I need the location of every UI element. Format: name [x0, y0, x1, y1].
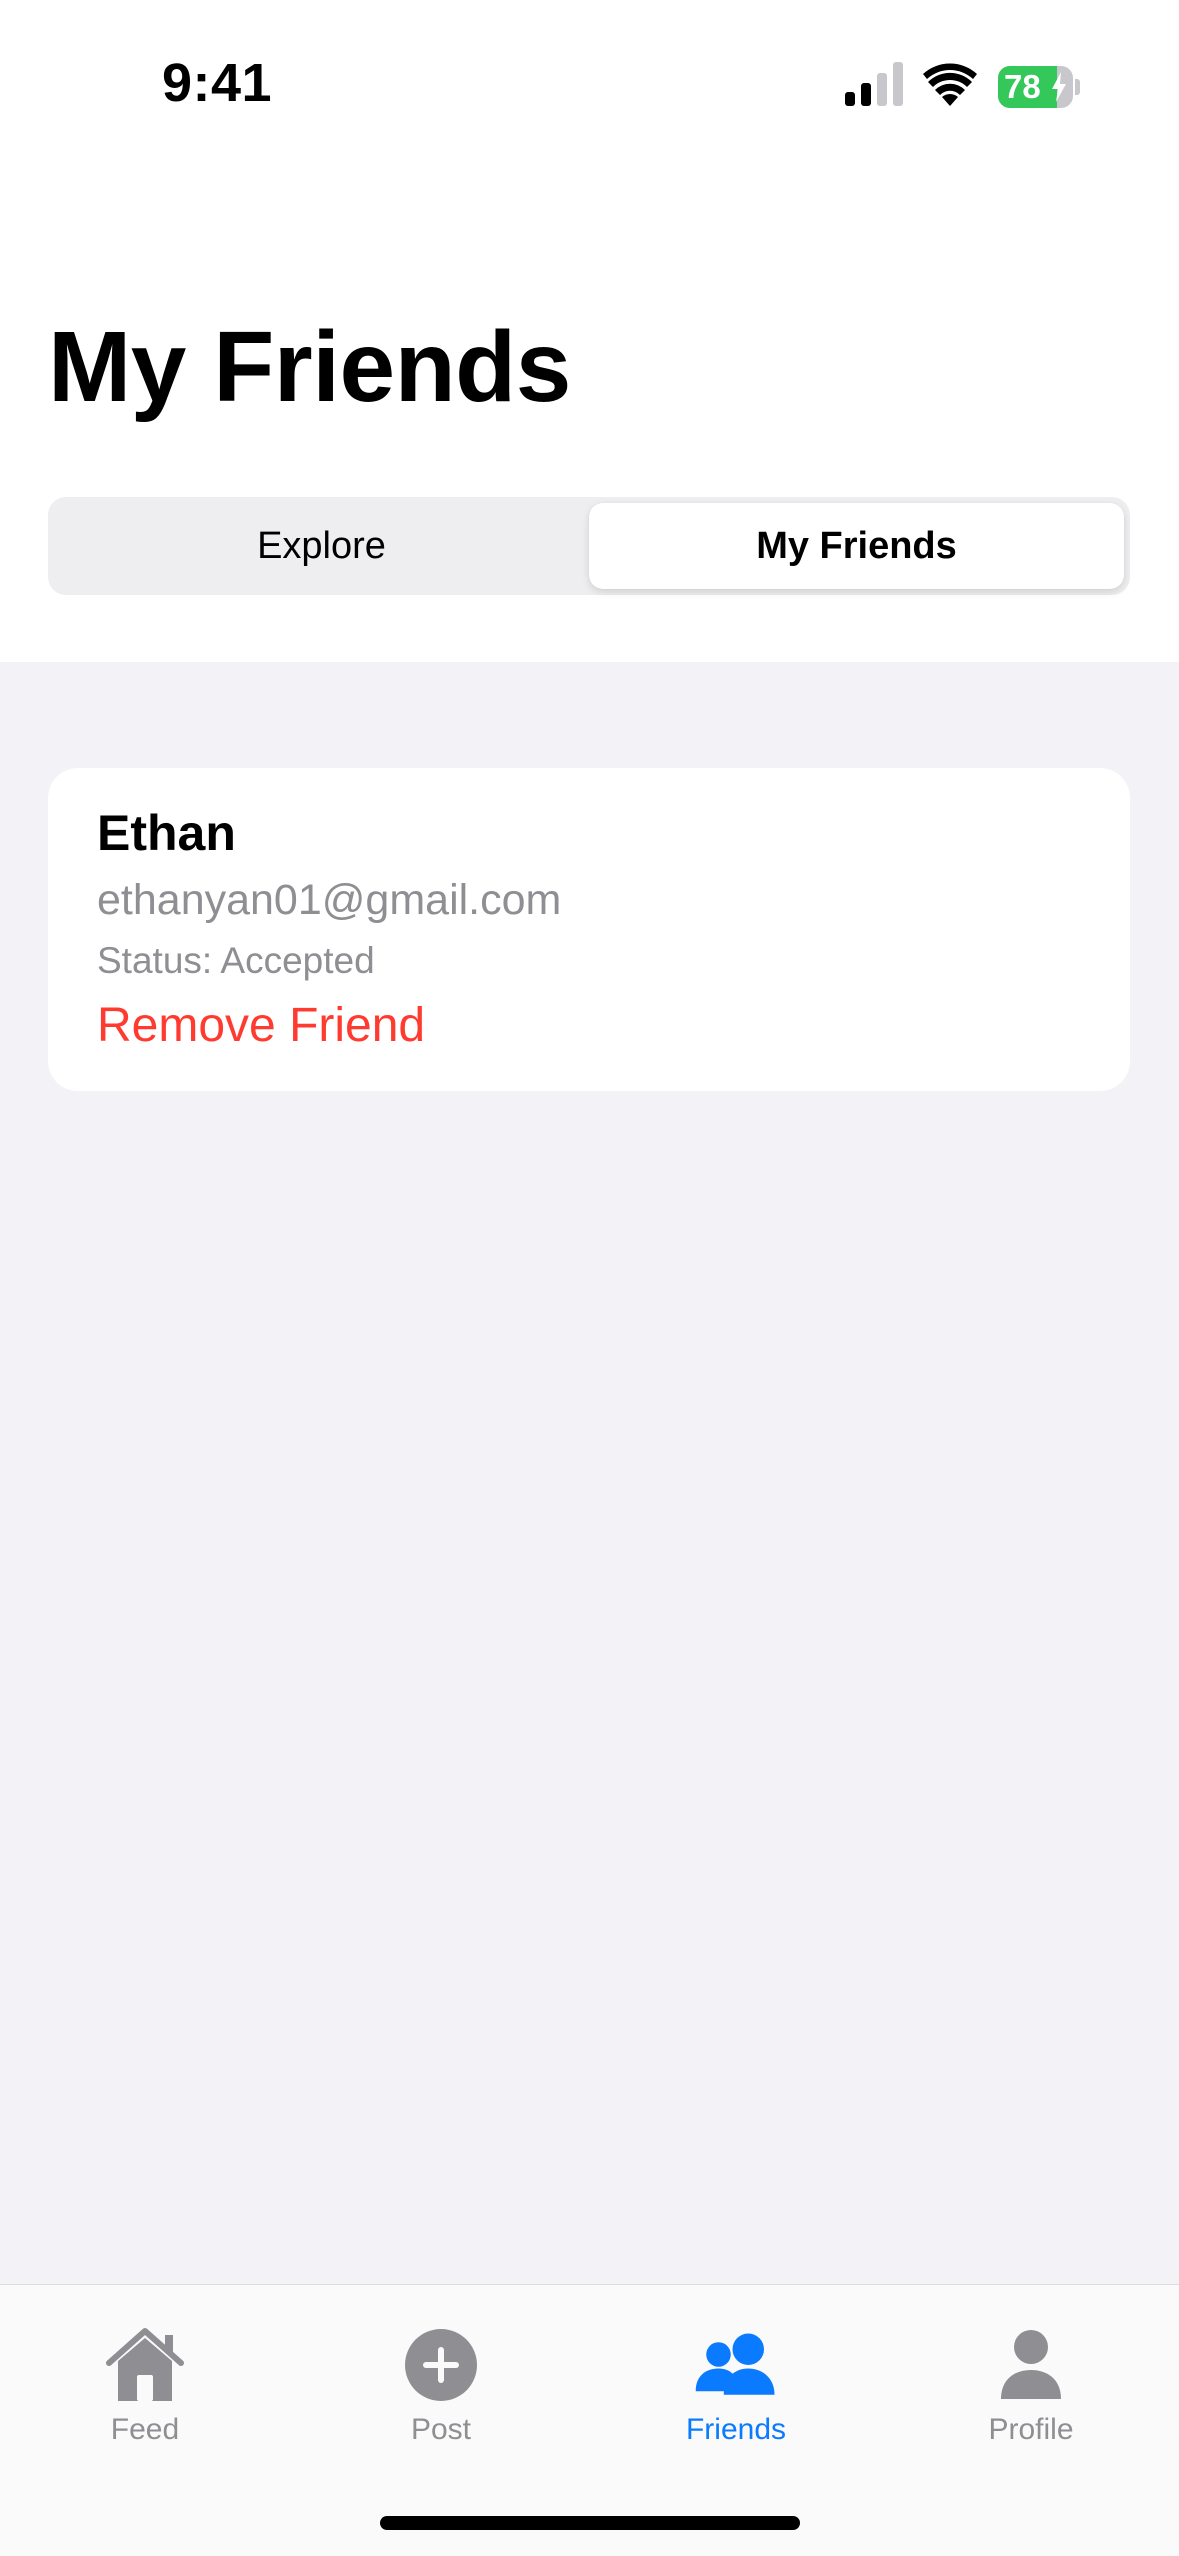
- battery-percent: 78: [1004, 68, 1041, 105]
- battery-icon: 78: [998, 66, 1080, 108]
- home-indicator: [380, 2516, 800, 2530]
- people-icon: [695, 2333, 775, 2395]
- tab-profile[interactable]: Profile: [931, 2325, 1131, 2465]
- wifi-icon: [923, 63, 977, 106]
- plus-circle-icon: [405, 2329, 477, 2401]
- status-time: 9:41: [162, 53, 273, 113]
- friend-email: ethanyan01@gmail.com: [97, 876, 562, 924]
- segment-my-friends-label: My Friends: [756, 524, 957, 567]
- person-icon: [1001, 2330, 1061, 2399]
- remove-friend-button[interactable]: Remove Friend: [97, 998, 425, 1053]
- page-title: My Friends: [48, 311, 571, 423]
- cellular-signal-icon: [845, 62, 903, 106]
- friend-card: Ethan ethanyan01@gmail.com Status: Accep…: [48, 768, 1130, 1091]
- tab-profile-label: Profile: [988, 2413, 1074, 2446]
- tab-friends-label: Friends: [685, 2413, 787, 2446]
- friend-name: Ethan: [97, 805, 236, 861]
- friend-status: Status: Accepted: [97, 940, 375, 981]
- segment-explore-label: Explore: [257, 524, 386, 567]
- segment-explore[interactable]: Explore: [54, 503, 589, 589]
- status-bar: 9:41 78: [0, 0, 1179, 170]
- tab-feed-label: Feed: [110, 2413, 180, 2446]
- segment-my-friends[interactable]: My Friends: [589, 503, 1124, 589]
- header: My Friends Explore My Friends: [0, 170, 1179, 662]
- house-icon: [106, 2328, 184, 2401]
- tab-post[interactable]: Post: [341, 2325, 541, 2465]
- tab-post-label: Post: [410, 2413, 472, 2446]
- friends-screen: 9:41 78 My Friends Explore My Friends Et…: [0, 0, 1179, 2556]
- charging-bolt-icon: [1052, 72, 1066, 102]
- tab-friends[interactable]: Friends: [636, 2325, 836, 2465]
- tab-feed[interactable]: Feed: [45, 2325, 245, 2465]
- segmented-control: Explore My Friends: [48, 497, 1130, 595]
